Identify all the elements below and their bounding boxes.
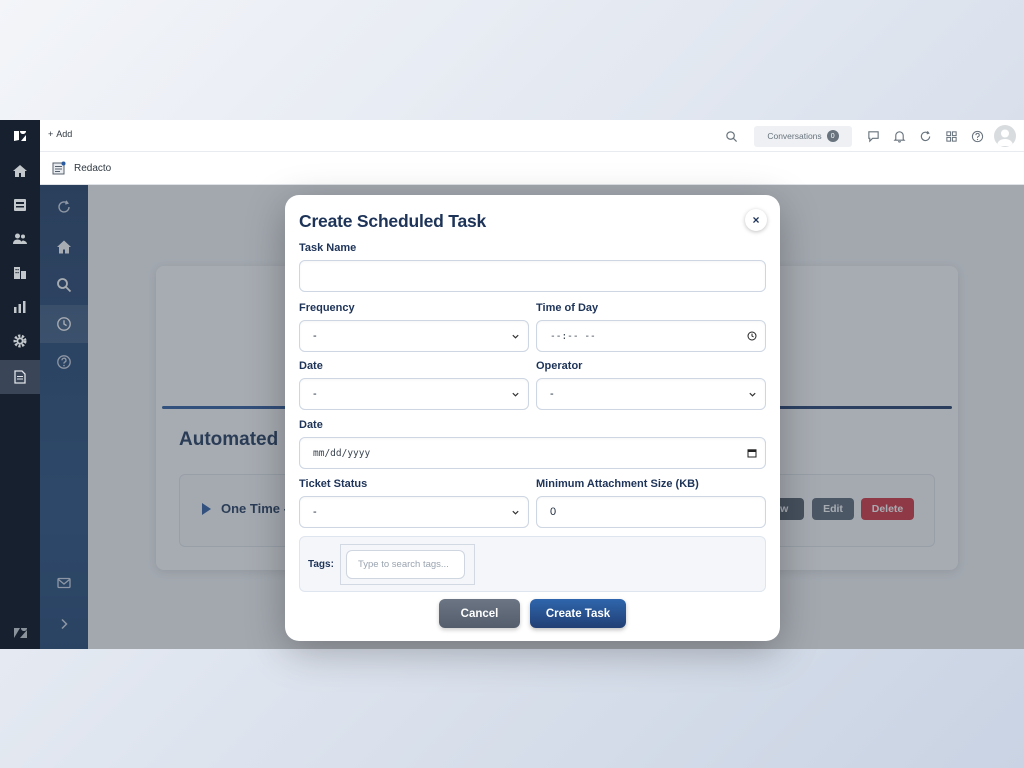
time-of-day-label: Time of Day [536,302,599,314]
calendar-icon[interactable] [747,448,757,458]
tags-search-input[interactable]: Type to search tags... [346,550,465,579]
admin-gear-icon[interactable] [0,324,40,358]
top-icons: Conversations 0 [718,120,1024,152]
ticket-status-value: - [313,506,317,518]
chevron-down-icon [512,334,519,339]
date-picker-input[interactable]: mm/dd/yyyy [299,437,766,469]
operator-value: - [550,388,554,400]
date-picker-value: mm/dd/yyyy [313,447,371,459]
task-name-label: Task Name [299,242,357,254]
frequency-value: - [313,330,317,342]
date-label-2: Date [299,419,323,431]
cancel-button[interactable]: Cancel [439,599,520,628]
app-document-icon[interactable] [0,360,40,394]
app-name: Redacto [74,162,112,174]
date-label-1: Date [299,360,323,372]
help-icon[interactable] [964,123,990,149]
conversations-button[interactable]: Conversations 0 [754,125,852,147]
chat-icon[interactable] [860,123,886,149]
clock-icon[interactable] [747,331,757,341]
tags-section: Tags: Type to search tags... [299,536,766,592]
tags-label: Tags: [308,559,334,570]
time-value: --:-- -- [550,330,596,342]
min-attachment-size-value: 0 [550,506,557,518]
ticket-status-label: Ticket Status [299,478,368,490]
conversations-label: Conversations [767,131,822,141]
user-avatar[interactable] [994,125,1016,147]
app-header-bar: Redacto [40,152,1024,185]
create-task-button[interactable]: Create Task [530,599,626,628]
chevron-down-icon [512,392,519,397]
conversations-count-badge: 0 [826,130,839,142]
organizations-icon[interactable] [0,256,40,290]
zendesk-z-icon [0,616,40,649]
chevron-down-icon [749,392,756,397]
add-button[interactable]: + Add [48,129,72,139]
top-bar: + Add Conversations 0 [40,120,1024,152]
tags-container: Type to search tags... [340,544,475,585]
plus-icon: + [48,129,54,139]
zendesk-logo-icon[interactable] [0,120,40,152]
operator-select[interactable]: - [536,378,766,410]
add-label: Add [56,129,73,139]
frequency-label: Frequency [299,302,355,314]
search-icon[interactable] [718,123,744,149]
task-name-input[interactable] [299,260,766,292]
home-icon[interactable] [0,154,40,188]
chevron-down-icon [512,510,519,515]
reporting-icon[interactable] [0,290,40,324]
time-of-day-input[interactable]: --:-- -- [536,320,766,352]
ticket-status-select[interactable]: - [299,496,529,528]
views-icon[interactable] [0,188,40,222]
refresh-icon[interactable] [912,123,938,149]
notifications-bell-icon[interactable] [886,123,912,149]
create-scheduled-task-modal: Create Scheduled Task × Task Name Freque… [285,195,780,641]
date-select-value: - [313,388,317,400]
frequency-select[interactable]: - [299,320,529,352]
close-button[interactable]: × [745,209,767,231]
customers-icon[interactable] [0,222,40,256]
min-attachment-size-input[interactable]: 0 [536,496,766,528]
apps-grid-icon[interactable] [938,123,964,149]
app-logo-icon [52,161,66,175]
min-attachment-size-label: Minimum Attachment Size (KB) [536,478,699,490]
product-rail [0,120,40,649]
modal-title: Create Scheduled Task [299,211,487,231]
operator-label: Operator [536,360,583,372]
date-select[interactable]: - [299,378,529,410]
